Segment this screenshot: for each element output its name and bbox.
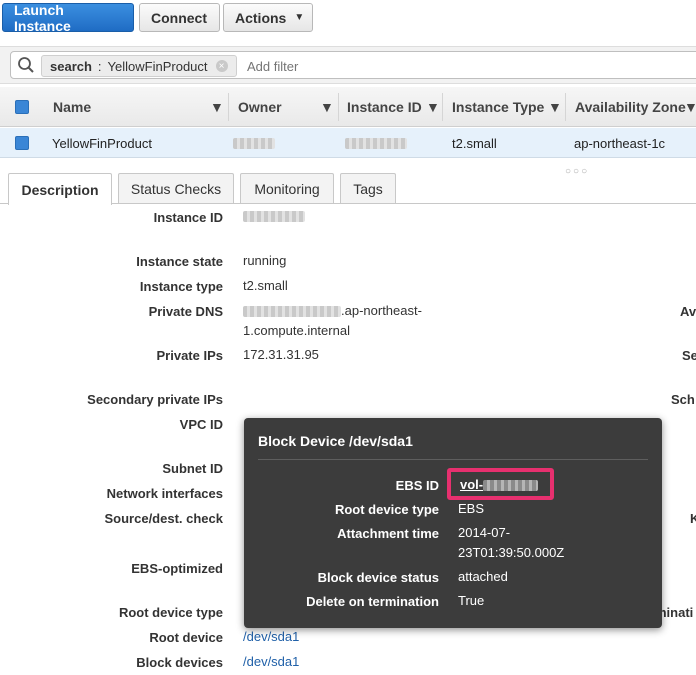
row-checkbox[interactable]	[15, 136, 29, 150]
select-all-checkbox[interactable]	[15, 100, 29, 114]
ebs-id-label: EBS ID	[395, 478, 439, 493]
instance-id-label: Instance ID	[153, 210, 223, 225]
private-dns-suffix: .ap-northeast-	[341, 303, 422, 318]
cell-instance-type: t2.small	[452, 135, 497, 151]
network-interfaces-label: Network interfaces	[106, 486, 223, 501]
root-device-link[interactable]: /dev/sda1	[243, 629, 299, 644]
tab-description[interactable]: Description	[8, 173, 112, 205]
popover-root-device-type-label: Root device type	[334, 502, 439, 517]
block-devices-label: Block devices	[136, 655, 223, 670]
column-label: Availability Zone	[575, 98, 686, 115]
block-devices-link[interactable]: /dev/sda1	[243, 654, 299, 669]
connect-button[interactable]: Connect	[139, 3, 220, 32]
column-header-availability-zone[interactable]: Availability Zone	[575, 87, 686, 126]
right-label-fragment: Av	[680, 304, 696, 319]
remove-filter-icon[interactable]: ×	[215, 60, 228, 72]
private-dns-value: .ap-northeast-	[243, 303, 422, 318]
detail-tabs: Description Status Checks Monitoring Tag…	[0, 170, 696, 205]
subnet-id-label: Subnet ID	[162, 461, 223, 476]
cell-owner-redacted	[233, 128, 275, 158]
instance-type-value: t2.small	[243, 278, 288, 293]
private-ips-value: 172.31.31.95	[243, 347, 319, 362]
cell-availability-zone: ap-northeast-1c	[574, 135, 666, 151]
sort-icon[interactable]: ▼	[210, 87, 224, 126]
block-device-popover: Block Device /dev/sda1 EBS ID vol- Root …	[244, 418, 662, 628]
block-device-status-value: attached	[458, 569, 508, 584]
sort-icon[interactable]: ▼	[548, 87, 562, 126]
attachment-time-label: Attachment time	[337, 526, 439, 541]
add-filter-input[interactable]	[245, 56, 499, 76]
ebs-id-redacted	[483, 480, 539, 492]
chevron-down-icon: ▼	[294, 12, 305, 23]
sort-icon[interactable]: ▼	[684, 87, 696, 126]
ebs-optimized-label: EBS-optimized	[131, 561, 223, 576]
sort-icon[interactable]: ▼	[320, 87, 334, 126]
actions-label: Actions	[235, 9, 287, 26]
block-device-status-label: Block device status	[317, 570, 439, 585]
table-row[interactable]: YellowFinProduct t2.small ap-northeast-1…	[0, 128, 696, 158]
launch-instance-button[interactable]: Launch Instance	[2, 2, 134, 34]
delete-on-termination-value: True	[458, 593, 485, 608]
private-dns-value-line2: 1.compute.internal	[243, 323, 350, 338]
cell-instance-id-redacted	[345, 128, 407, 158]
sort-icon[interactable]: ▼	[426, 87, 440, 126]
column-divider	[228, 93, 229, 121]
popover-divider	[258, 459, 648, 460]
column-divider	[442, 93, 443, 121]
column-divider	[338, 93, 339, 121]
instance-type-label: Instance type	[139, 279, 223, 294]
private-ips-label: Private IPs	[156, 348, 224, 363]
attachment-time-value: 2014-07-	[458, 525, 511, 540]
ebs-id-link[interactable]: vol-	[460, 475, 539, 495]
right-label-fragment: K	[690, 511, 696, 526]
popover-title: Block Device /dev/sda1	[258, 433, 413, 449]
chip-value: YellowFinProduct	[107, 58, 208, 74]
tab-status-checks[interactable]: Status Checks	[118, 173, 234, 203]
source-dest-check-label: Source/dest. check	[104, 511, 224, 526]
attachment-time-value-line2: 23T01:39:50.000Z	[458, 545, 565, 560]
root-device-label: Root device	[149, 630, 223, 645]
column-header-instance-id[interactable]: Instance ID	[347, 87, 422, 126]
secondary-private-ips-label: Secondary private IPs	[87, 392, 223, 407]
right-label-fragment: Sch	[671, 392, 695, 407]
column-header-owner[interactable]: Owner	[238, 87, 282, 126]
cell-name: YellowFinProduct	[52, 135, 152, 151]
search-box[interactable]: search : YellowFinProduct ×	[10, 51, 696, 79]
instances-table-header: Name ▼ Owner ▼ Instance ID ▼ Instance Ty…	[0, 87, 696, 127]
column-header-instance-type[interactable]: Instance Type	[452, 87, 544, 126]
tab-tags[interactable]: Tags	[340, 173, 396, 203]
search-icon	[17, 56, 35, 77]
popover-root-device-type-value: EBS	[458, 501, 485, 516]
instance-state-label: Instance state	[136, 254, 223, 269]
column-label: Name	[53, 98, 92, 115]
column-label: Instance ID	[347, 98, 422, 115]
tab-monitoring[interactable]: Monitoring	[240, 173, 334, 203]
right-label-fragment: Se	[682, 348, 696, 363]
vpc-id-label: VPC ID	[179, 417, 223, 432]
instance-id-value-redacted	[243, 210, 305, 225]
private-dns-label: Private DNS	[148, 304, 223, 319]
column-header-name[interactable]: Name	[53, 87, 91, 126]
search-filter-chip[interactable]: search : YellowFinProduct ×	[41, 55, 237, 77]
column-divider	[565, 93, 566, 121]
filter-bar: search : YellowFinProduct ×	[0, 46, 696, 84]
actions-dropdown-button[interactable]: Actions ▼	[223, 3, 313, 32]
root-device-type-label: Root device type	[118, 605, 223, 620]
column-label: Instance Type	[452, 98, 545, 115]
private-dns-redacted	[243, 306, 341, 318]
column-label: Owner	[238, 98, 282, 115]
chip-separator: :	[97, 58, 102, 74]
chip-key: search	[50, 58, 92, 74]
instance-state-value: running	[243, 253, 287, 268]
ebs-id-value: vol-	[460, 477, 484, 492]
delete-on-termination-label: Delete on termination	[306, 594, 439, 609]
